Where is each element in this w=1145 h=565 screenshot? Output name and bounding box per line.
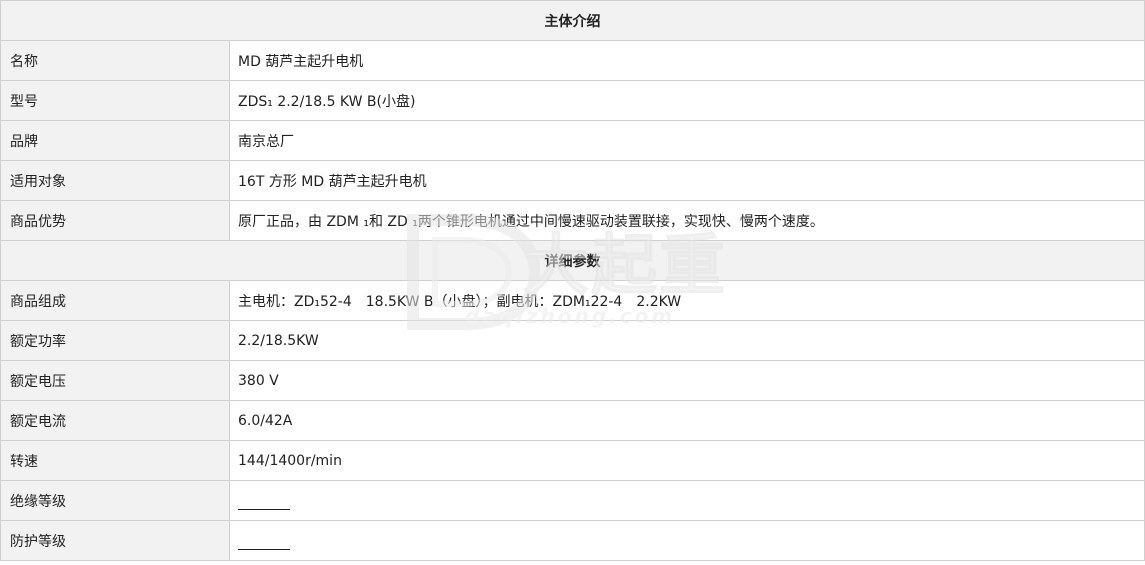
spec-row-composition: 商品组成 主电机：ZD₁52-4 18.5KW B（小盘）；副电机：ZDM₁22… xyxy=(1,281,1145,321)
spec-label: 型号 xyxy=(1,81,230,120)
spec-label: 绝缘等级 xyxy=(1,481,230,520)
spec-row-protection-class: 防护等级 xyxy=(1,521,1145,561)
spec-label: 商品优势 xyxy=(1,201,230,240)
spec-value: ZDS₁ 2.2/18.5 KW B(小盘) xyxy=(230,81,1145,120)
spec-row-advantage: 商品优势 原厂正品，由 ZDM ₁和 ZD ₁两个锥形电机通过中间慢速驱动装置联… xyxy=(1,201,1145,241)
spec-value: MD 葫芦主起升电机 xyxy=(230,41,1145,80)
spec-row-applicable: 适用对象 16T 方形 MD 葫芦主起升电机 xyxy=(1,161,1145,201)
spec-label: 防护等级 xyxy=(1,521,230,560)
spec-row-rated-power: 额定功率 2.2/18.5KW xyxy=(1,321,1145,361)
spec-label: 品牌 xyxy=(1,121,230,160)
spec-value xyxy=(230,521,1145,560)
spec-value: 6.0/42A xyxy=(230,401,1145,440)
spec-label: 额定电压 xyxy=(1,361,230,400)
spec-row-name: 名称 MD 葫芦主起升电机 xyxy=(1,41,1145,81)
spec-row-rated-voltage: 额定电压 380 V xyxy=(1,361,1145,401)
blank-line xyxy=(238,537,290,550)
product-spec-table: 主体介绍 名称 MD 葫芦主起升电机 型号 ZDS₁ 2.2/18.5 KW B… xyxy=(0,0,1145,561)
spec-value: 380 V xyxy=(230,361,1145,400)
spec-value: 主电机：ZD₁52-4 18.5KW B（小盘）；副电机：ZDM₁22-4 2.… xyxy=(230,281,1145,320)
blank-line xyxy=(238,497,290,510)
spec-value: 原厂正品，由 ZDM ₁和 ZD ₁两个锥形电机通过中间慢速驱动装置联接，实现快… xyxy=(230,201,1145,240)
section-title-details: 详细参数 xyxy=(544,253,601,270)
section-title-intro: 主体介绍 xyxy=(544,13,601,30)
spec-label: 转速 xyxy=(1,441,230,480)
spec-label: 适用对象 xyxy=(1,161,230,200)
spec-label: 名称 xyxy=(1,41,230,80)
spec-value: 2.2/18.5KW xyxy=(230,321,1145,360)
section-header-intro: 主体介绍 xyxy=(1,1,1145,41)
spec-value: 南京总厂 xyxy=(230,121,1145,160)
spec-row-model: 型号 ZDS₁ 2.2/18.5 KW B(小盘) xyxy=(1,81,1145,121)
spec-label: 额定电流 xyxy=(1,401,230,440)
spec-row-speed: 转速 144/1400r/min xyxy=(1,441,1145,481)
spec-value: 16T 方形 MD 葫芦主起升电机 xyxy=(230,161,1145,200)
section-header-details: 详细参数 xyxy=(1,241,1145,281)
spec-row-brand: 品牌 南京总厂 xyxy=(1,121,1145,161)
spec-row-rated-current: 额定电流 6.0/42A xyxy=(1,401,1145,441)
spec-row-insulation-class: 绝缘等级 xyxy=(1,481,1145,521)
spec-value: 144/1400r/min xyxy=(230,441,1145,480)
spec-value xyxy=(230,481,1145,520)
spec-label: 商品组成 xyxy=(1,281,230,320)
spec-label: 额定功率 xyxy=(1,321,230,360)
